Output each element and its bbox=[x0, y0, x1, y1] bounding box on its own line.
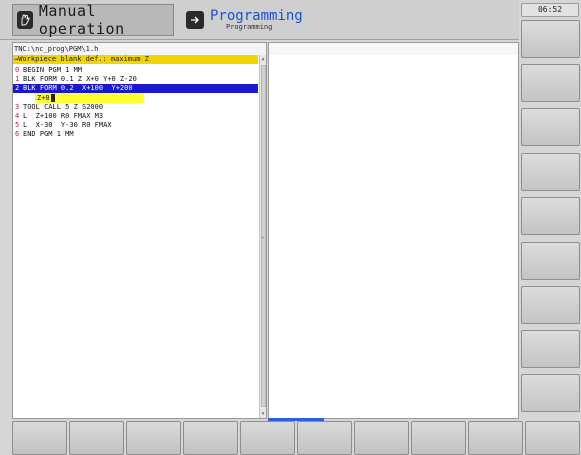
vertical-softkey-bar bbox=[520, 20, 581, 420]
program-line[interactable]: 1 BLK FORM 0.1 Z X+0 Y+0 Z-20 bbox=[13, 75, 258, 84]
vertical-softkey-9[interactable] bbox=[521, 374, 580, 412]
program-line[interactable]: 6 END PGM 1 MM bbox=[13, 130, 258, 139]
softkey-6[interactable] bbox=[297, 421, 352, 455]
program-path: TNC:\nc_prog\PGM\1.h bbox=[13, 43, 266, 55]
manual-operation-label: Manual operation bbox=[38, 2, 125, 38]
edit-line: Z+0 bbox=[13, 93, 258, 103]
program-icon bbox=[186, 11, 204, 29]
vertical-softkey-8[interactable] bbox=[521, 330, 580, 368]
softkey-8[interactable] bbox=[411, 421, 466, 455]
programming-label: Programming bbox=[210, 8, 303, 24]
program-scrollbar[interactable]: ▲ ≡ ▼ bbox=[259, 55, 266, 418]
coordinate-input-field[interactable]: Z+0 bbox=[35, 93, 144, 103]
horizontal-softkey-bar bbox=[12, 420, 581, 455]
softkey-3[interactable] bbox=[126, 421, 181, 455]
program-line[interactable]: 4L Z+100 R0 FMAX M3 bbox=[13, 112, 258, 121]
vertical-softkey-7[interactable] bbox=[521, 286, 580, 324]
program-line-selected[interactable]: 2 BLK FORM 0.2 X+100 Y+200 bbox=[13, 84, 258, 93]
program-line[interactable]: 3 TOOL CALL 5 Z S2000 bbox=[13, 103, 258, 112]
header-bar: Manual operation Programming Programming bbox=[0, 0, 519, 40]
program-lines: 0 BEGIN PGM 1 MM 1 BLK FORM 0.1 Z X+0 Y+0 … bbox=[13, 66, 258, 139]
hand-icon bbox=[17, 11, 33, 29]
program-line[interactable]: 0 BEGIN PGM 1 MM bbox=[13, 66, 258, 75]
programming-mode[interactable]: Programming Programming bbox=[182, 4, 322, 36]
scroll-down-icon[interactable]: ▼ bbox=[260, 410, 266, 418]
text-cursor bbox=[50, 94, 55, 102]
vertical-softkey-6[interactable] bbox=[521, 242, 580, 280]
programming-sublabel: Programming bbox=[226, 23, 273, 31]
vertical-softkey-1[interactable] bbox=[521, 20, 580, 58]
softkey-1[interactable] bbox=[12, 421, 67, 455]
scroll-grip-icon: ≡ bbox=[261, 235, 265, 241]
softkey-7[interactable] bbox=[354, 421, 409, 455]
graphics-panel bbox=[268, 42, 519, 419]
softkey-5[interactable] bbox=[240, 421, 295, 455]
vertical-softkey-3[interactable] bbox=[521, 108, 580, 146]
clock: 06:52 bbox=[521, 3, 579, 17]
vertical-softkey-4[interactable] bbox=[521, 153, 580, 191]
softkey-9[interactable] bbox=[468, 421, 523, 455]
manual-operation-mode[interactable]: Manual operation bbox=[12, 2, 174, 38]
softkey-10[interactable] bbox=[525, 421, 580, 455]
workpiece-blank-dialog: →Workpiece blank def.: maximum Z bbox=[13, 55, 258, 64]
vertical-softkey-5[interactable] bbox=[521, 197, 580, 235]
softkey-4[interactable] bbox=[183, 421, 238, 455]
program-editor-panel[interactable]: TNC:\nc_prog\PGM\1.h →Workpiece blank de… bbox=[12, 42, 267, 419]
softkey-2[interactable] bbox=[69, 421, 124, 455]
vertical-softkey-2[interactable] bbox=[521, 64, 580, 102]
program-line[interactable]: 5L X-30 Y-30 R0 FMAX bbox=[13, 121, 258, 130]
scroll-up-icon[interactable]: ▲ bbox=[260, 55, 266, 63]
graphics-header bbox=[269, 43, 518, 55]
